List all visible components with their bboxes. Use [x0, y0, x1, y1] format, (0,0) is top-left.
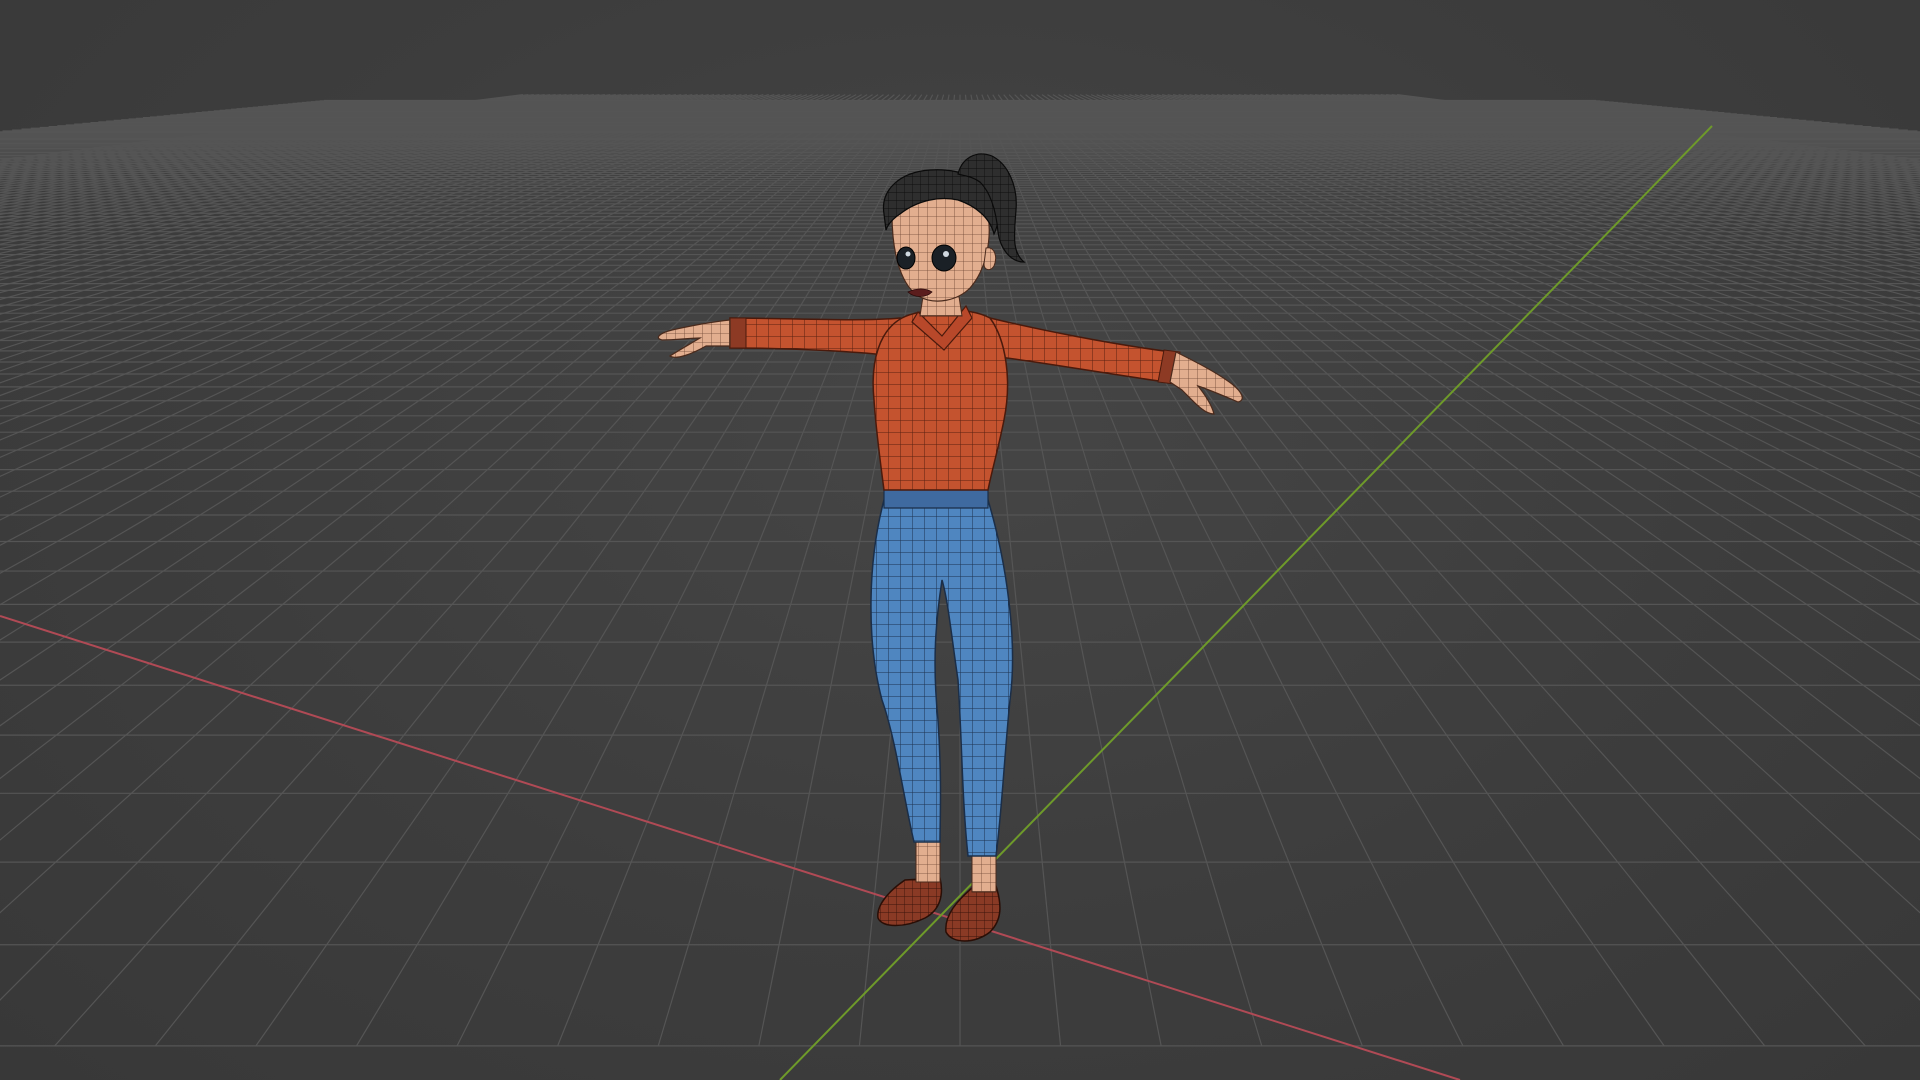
- grid-line: [0, 94, 556, 171]
- grid-line: [0, 94, 709, 250]
- grid-line: [1211, 94, 1920, 250]
- grid-line: [1129, 94, 1920, 351]
- grid-line: [0, 94, 835, 459]
- grid-line: [1205, 94, 1920, 254]
- grid-line: [255, 94, 923, 1047]
- grid-line: [1336, 94, 1920, 180]
- grid-line: [0, 94, 824, 425]
- grid-line: [1331, 94, 1920, 182]
- grid-line: [0, 94, 682, 229]
- left-shoe[interactable]: [877, 877, 943, 927]
- grid-line: [0, 94, 841, 478]
- grid-line: [1364, 94, 1920, 171]
- grid-line: [1375, 94, 1920, 167]
- right-eye: [931, 244, 957, 272]
- grid-line: [0, 94, 529, 163]
- grid-line: [1096, 94, 1920, 425]
- grid-line: [0, 94, 802, 372]
- grid-line: [1238, 94, 1920, 229]
- grid-line: [0, 94, 720, 259]
- grid-line: [1014, 94, 1920, 1001]
- grid-line: [0, 94, 633, 201]
- right-ankle: [971, 851, 997, 893]
- grid-line: [0, 94, 797, 361]
- grid-line: [1118, 94, 1920, 372]
- grid-line: [1216, 94, 1920, 245]
- grid-line: [0, 94, 567, 174]
- grid-line: [986, 94, 1464, 1047]
- grid-line: [0, 94, 901, 914]
- grid-line: [1194, 94, 1920, 264]
- waistband: [883, 487, 989, 509]
- grid-line: [0, 94, 589, 182]
- grid-line: [1090, 94, 1920, 441]
- grid-line: [1386, 94, 1920, 164]
- grid-line: [975, 94, 1263, 1047]
- left-sleeve[interactable]: [729, 317, 901, 357]
- grid-line: [0, 94, 671, 222]
- grid-line: [981, 94, 1363, 1047]
- grid-line: [1008, 94, 1866, 1047]
- right-shoe[interactable]: [945, 885, 1001, 942]
- grid-line: [1019, 94, 1920, 914]
- grid-line: [0, 94, 726, 264]
- grid-line: [0, 94, 791, 351]
- grid-line: [0, 94, 534, 164]
- grid-line: [0, 94, 780, 332]
- grid-line: [0, 94, 584, 180]
- grid-line: [0, 94, 524, 161]
- right-sleeve[interactable]: [989, 317, 1173, 383]
- grid-line: [0, 94, 562, 173]
- left-eye: [896, 246, 916, 270]
- grid-line: [1156, 94, 1920, 308]
- grid-line: [1074, 94, 1920, 498]
- grid-line: [355, 94, 928, 1047]
- grid-line: [1282, 94, 1920, 204]
- grid-line: [1085, 94, 1920, 459]
- grid-line: [1249, 94, 1920, 222]
- character-model[interactable]: [657, 153, 1243, 942]
- jeans[interactable]: [870, 499, 1014, 857]
- grid-line: [1200, 94, 1920, 259]
- grid-line: [54, 94, 912, 1047]
- grid-line: [0, 94, 704, 245]
- grid-line: [0, 94, 715, 254]
- grid-line: [456, 94, 934, 1047]
- right-hand[interactable]: [1169, 351, 1243, 415]
- grid-line: [997, 94, 1665, 1047]
- grid-line: [1134, 94, 1920, 341]
- left-cuff: [729, 317, 747, 349]
- grid-line: [1151, 94, 1920, 315]
- grid-line: [0, 94, 545, 167]
- left-eye-highlight: [905, 251, 911, 257]
- left-hand[interactable]: [657, 319, 731, 358]
- grid-line: [0, 94, 846, 498]
- ear: [983, 247, 997, 271]
- grid-line: [0, 94, 808, 384]
- grid-line: [0, 94, 677, 226]
- grid-line: [0, 94, 769, 315]
- grid-line: [1112, 94, 1920, 384]
- right-eye-highlight: [943, 251, 949, 257]
- left-ankle: [915, 841, 941, 883]
- grid-line: [1396, 94, 1920, 161]
- grid-line: [1079, 94, 1920, 478]
- grid-line: [1391, 94, 1920, 163]
- grid-line: [0, 94, 638, 204]
- grid-line: [0, 94, 830, 441]
- grid-line: [1353, 94, 1920, 174]
- viewport-scene: [0, 94, 1920, 1080]
- grid-line: [1358, 94, 1920, 173]
- grid-line: [0, 94, 906, 1001]
- grid-line: [0, 94, 764, 308]
- 3d-viewport[interactable]: [0, 0, 1920, 1080]
- grid-line: [0, 94, 786, 341]
- grid-line: [1123, 94, 1920, 361]
- grid-line: [1140, 94, 1920, 332]
- grid-line: [1243, 94, 1920, 226]
